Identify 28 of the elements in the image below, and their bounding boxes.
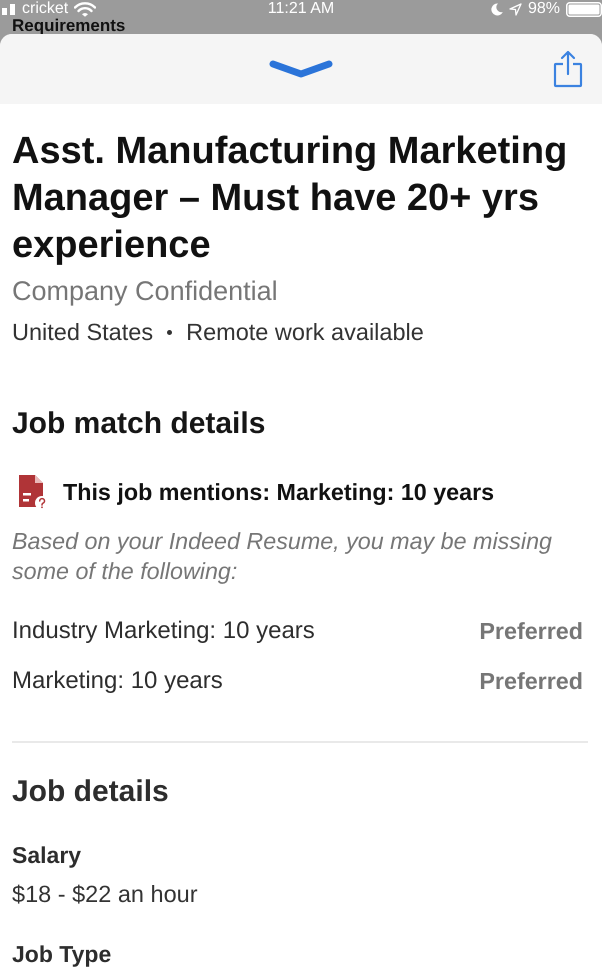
section-heading: Job match details (12, 407, 266, 441)
job-mention: This job mentions: Marketing: 10 years (63, 478, 494, 506)
requirement-status: Preferred (479, 617, 583, 645)
remote-note: Remote work available (186, 318, 424, 346)
requirement-label: Marketing: 10 years (12, 667, 223, 695)
status-time: 11:21 AM (268, 0, 334, 18)
match-note: Based on your Indeed Resume, you may be missing some of the following: (12, 527, 554, 586)
battery-percent: 98% (528, 0, 560, 18)
section-heading: Job details (12, 775, 170, 809)
location-arrow-icon (508, 2, 522, 16)
carrier-name: cricket (22, 0, 68, 18)
page-heading: Requirements (12, 18, 126, 34)
chevron-down-icon (269, 59, 333, 79)
share-icon (552, 50, 584, 88)
wifi-icon (74, 2, 96, 16)
job-location: United States (12, 318, 154, 346)
collapse-button[interactable] (269, 59, 333, 79)
requirement-status: Preferred (479, 667, 583, 695)
signal-icon (2, 3, 16, 15)
requirement-label: Industry Marketing: 10 years (12, 617, 315, 645)
moon-icon (490, 2, 503, 16)
company-name: Company Confidential (12, 276, 279, 306)
job-title: Asst. Manufacturing Marketing Manager – Must have 20+ yrs experience (12, 129, 568, 268)
detail-label: Salary (12, 841, 82, 869)
detail-value: $18 - $22 an hour (12, 880, 199, 908)
share-button[interactable] (552, 50, 584, 88)
battery-icon (566, 2, 602, 16)
detail-label: Job Type (12, 940, 112, 968)
